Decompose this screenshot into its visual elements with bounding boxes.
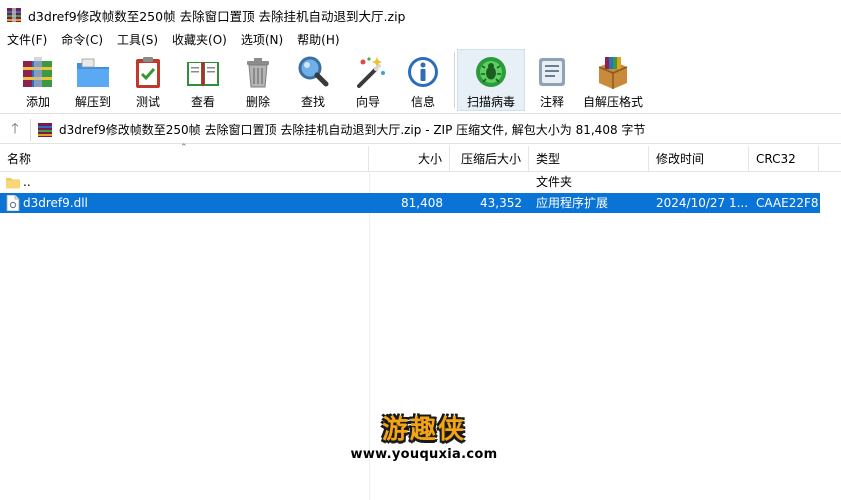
item-modified [649, 172, 749, 192]
sfx-button[interactable]: 自解压格式 [580, 50, 646, 110]
item-size [369, 172, 450, 192]
list-item-selected[interactable]: d3dref9.dll 81,408 43,352 应用程序扩展 2024/10… [0, 193, 820, 213]
add-label: 添加 [25, 95, 50, 109]
clipboard-check-icon [136, 57, 160, 88]
menu-commands[interactable]: 命令(C) [54, 30, 110, 50]
toolbar: 添加 解压到 测试 查看 删除 查找 向导 信息 扫描病毒 注释 自解压格式 [0, 49, 841, 114]
item-modified: 2024/10/27 1... [656, 196, 749, 210]
trash-can-icon [247, 58, 269, 88]
virus-scan-button[interactable]: 扫描病毒 [457, 49, 525, 111]
sfx-label: 自解压格式 [582, 95, 643, 109]
view-button[interactable]: 查看 [176, 50, 230, 110]
find-label: 查找 [300, 95, 325, 109]
menu-favorites[interactable]: 收藏夹(O) [165, 30, 234, 50]
column-header: 名称 ⌃ 大小 压缩后大小 类型 修改时间 CRC32 [0, 143, 841, 172]
find-button[interactable]: 查找 [286, 50, 340, 110]
comment-note-icon [539, 58, 565, 86]
item-name: .. [23, 175, 31, 189]
magnifier-icon [298, 56, 329, 87]
info-icon [408, 57, 438, 87]
item-crc32 [749, 172, 820, 192]
item-packed-size: 43,352 [480, 196, 522, 210]
watermark-logo: 游趣侠 www.youquxia.com [344, 414, 504, 468]
open-book-icon [187, 62, 219, 86]
address-bar: 🡑 d3dref9修改帧数至250帧 去除窗口置顶 去除挂机自动退到大厅.zip… [0, 116, 841, 144]
address-separator [30, 118, 31, 141]
item-packed-size [450, 172, 529, 192]
extract-to-label: 解压到 [74, 95, 111, 109]
extract-to-button[interactable]: 解压到 [66, 50, 120, 110]
title-bar: d3dref9修改帧数至250帧 去除窗口置顶 去除挂机自动退到大厅.zip [0, 0, 841, 30]
sort-up-icon: ⌃ [180, 143, 188, 153]
menu-options[interactable]: 选项(N) [234, 30, 290, 50]
delete-label: 删除 [245, 95, 270, 109]
column-modified[interactable]: 修改时间 [649, 146, 749, 172]
wizard-button[interactable]: 向导 [341, 50, 395, 110]
menu-bar: 文件(F) 命令(C) 工具(S) 收藏夹(O) 选项(N) 帮助(H) [0, 30, 841, 50]
column-size[interactable]: 大小 [369, 146, 450, 172]
menu-file[interactable]: 文件(F) [0, 30, 54, 50]
delete-button[interactable]: 删除 [231, 50, 285, 110]
item-type: 应用程序扩展 [536, 196, 609, 210]
address-path[interactable]: d3dref9修改帧数至250帧 去除窗口置顶 去除挂机自动退到大厅.zip -… [59, 121, 645, 138]
test-label: 测试 [135, 95, 160, 109]
watermark-url: www.youquxia.com [350, 447, 498, 462]
magic-wand-icon [357, 57, 385, 88]
virus-scan-icon [476, 57, 506, 87]
comment-button[interactable]: 注释 [525, 50, 579, 110]
toolbar-separator [454, 52, 455, 108]
item-type: 文件夹 [536, 175, 573, 189]
winrar-archive-icon [7, 8, 21, 22]
menu-tools[interactable]: 工具(S) [110, 30, 165, 50]
menu-help[interactable]: 帮助(H) [290, 30, 346, 50]
add-button[interactable]: 添加 [11, 50, 65, 110]
info-label: 信息 [410, 95, 435, 109]
item-crc32: CAAE22F8 [756, 196, 819, 210]
folder-extract-icon [77, 58, 109, 87]
column-type[interactable]: 类型 [529, 146, 649, 172]
column-packed-size[interactable]: 压缩后大小 [450, 146, 529, 172]
column-crc32[interactable]: CRC32 [749, 146, 819, 172]
list-item-parent[interactable]: .. 文件夹 [0, 172, 820, 192]
up-arrow-icon[interactable]: 🡑 [0, 118, 30, 142]
books-add-icon [23, 57, 52, 87]
window-title: d3dref9修改帧数至250帧 去除窗口置顶 去除挂机自动退到大厅.zip [28, 8, 406, 24]
watermark-title: 游趣侠 [381, 415, 466, 445]
sfx-box-icon [598, 57, 628, 89]
winrar-archive-icon [38, 122, 52, 137]
test-button[interactable]: 测试 [121, 50, 175, 110]
view-label: 查看 [190, 95, 215, 109]
virus-scan-label: 扫描病毒 [466, 95, 515, 109]
comment-label: 注释 [539, 95, 564, 109]
item-name: d3dref9.dll [23, 196, 88, 210]
wizard-label: 向导 [355, 95, 380, 109]
item-size: 81,408 [401, 196, 443, 210]
info-button[interactable]: 信息 [396, 50, 450, 110]
